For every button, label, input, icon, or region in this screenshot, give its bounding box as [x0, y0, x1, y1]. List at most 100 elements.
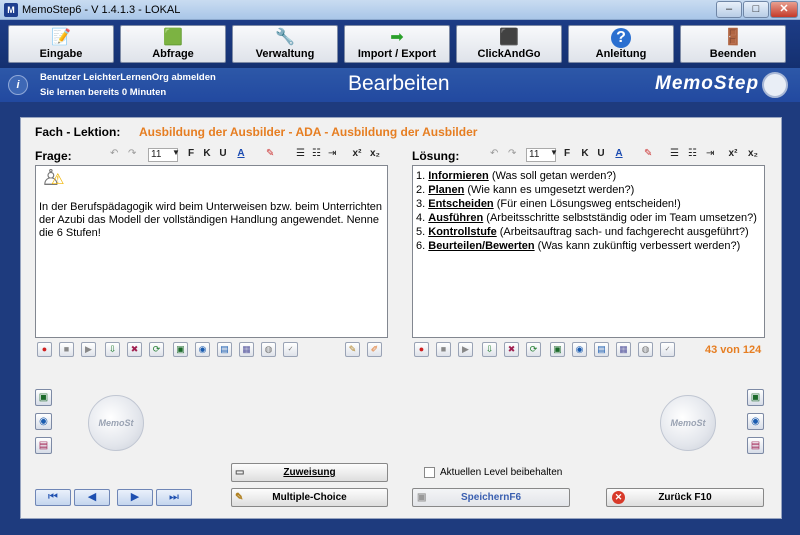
underline-button[interactable]: U [216, 148, 230, 159]
left-side-export-icon[interactable]: ▤ [35, 437, 52, 454]
delete-audio-icon[interactable]: ✖ [504, 342, 519, 357]
toolbar-label: Beenden [709, 48, 757, 60]
superscript-button[interactable]: x² [350, 148, 364, 159]
bold-button[interactable]: F [184, 148, 198, 159]
gallery-icon[interactable]: ▦ [616, 342, 631, 357]
indent-icon[interactable]: ⇥ [328, 148, 336, 159]
right-side-export-icon[interactable]: ▤ [747, 437, 764, 454]
import-audio-icon[interactable]: ⇩ [105, 342, 120, 357]
toolbar-import-export-button[interactable]: ➡ Import / Export [344, 25, 450, 63]
record-icon[interactable]: ● [414, 342, 429, 357]
lesson-value: Ausbildung der Ausbilder - ADA - Ausbild… [139, 125, 478, 139]
logout-link[interactable]: Benutzer LeichterLernenOrg abmelden [40, 72, 216, 83]
assignment-button[interactable]: ▭ Zuweisung [231, 463, 388, 482]
redo-icon[interactable]: ↷ [508, 148, 516, 159]
toolbar-clickandgo-button[interactable]: ⬛ ClickAndGo [456, 25, 562, 63]
play-icon[interactable]: ▶ [81, 342, 96, 357]
left-side-globe-icon[interactable]: ◉ [35, 413, 52, 430]
subscript-button[interactable]: x₂ [368, 148, 382, 159]
last-card-button[interactable]: ⏭ [156, 489, 192, 506]
subscript-button[interactable]: x₂ [746, 148, 760, 159]
delete-audio-icon[interactable]: ✖ [127, 342, 142, 357]
highlight-icon[interactable]: ✎ [644, 148, 652, 159]
door-icon: 🚪 [723, 29, 743, 46]
answer-editor[interactable]: 1. Informieren (Was soll getan werden?) … [412, 165, 765, 338]
chevron-down-icon[interactable]: ▼ [172, 148, 180, 157]
main-toolbar: 📝 Eingabe 🟩 Abfrage 🔧 Verwaltung ➡ Impor… [0, 20, 800, 68]
first-card-button[interactable]: ⏮ [35, 489, 71, 506]
gallery-icon[interactable]: ▦ [239, 342, 254, 357]
image-insert-icon[interactable]: ▣ [550, 342, 565, 357]
note-icon[interactable]: ✎ [345, 342, 360, 357]
item-description: (Was soll getan werden?) [488, 170, 617, 182]
question-editor[interactable]: ♙ ⚠ In der Berufspädagogik wird beim Unt… [35, 165, 388, 338]
globe-icon[interactable]: ◉ [195, 342, 210, 357]
item-keyword: Entscheiden [428, 198, 494, 210]
font-color-button[interactable]: A [234, 148, 248, 159]
close-button[interactable]: ✕ [770, 1, 798, 18]
back-button[interactable]: ✕ Zurück F10 [606, 488, 764, 507]
indent-icon[interactable]: ⇥ [706, 148, 714, 159]
right-side-image-icon[interactable]: ▣ [747, 389, 764, 406]
toolbar-abfrage-button[interactable]: 🟩 Abfrage [120, 25, 226, 63]
spellcheck-icon[interactable]: ✓ [660, 342, 675, 357]
stop-icon[interactable]: ■ [59, 342, 74, 357]
import-audio-icon[interactable]: ⇩ [482, 342, 497, 357]
image-export-icon[interactable]: ▤ [217, 342, 232, 357]
camera-icon[interactable]: ◍ [638, 342, 653, 357]
previous-card-button[interactable]: ◀ [74, 489, 110, 506]
stop-icon[interactable]: ■ [436, 342, 451, 357]
redo-icon[interactable]: ↷ [128, 148, 136, 159]
next-card-button[interactable]: ▶ [117, 489, 153, 506]
right-side-globe-icon[interactable]: ◉ [747, 413, 764, 430]
toolbar-label: Eingabe [39, 48, 83, 60]
bold-button[interactable]: F [560, 148, 574, 159]
note-edit-icon[interactable]: ✐ [367, 342, 382, 357]
chevron-down-icon[interactable]: ▼ [550, 148, 558, 157]
keep-level-checkbox[interactable] [424, 467, 435, 478]
question-media-toolbar: ● ■ ▶ ⇩ ✖ ⟳ ▣ ◉ ▤ ▦ ◍ ✓ ✎ ✐ [37, 342, 387, 358]
highlight-icon[interactable]: ✎ [266, 148, 274, 159]
item-description: (Was kann zukünftig verbessert werden?) [534, 240, 741, 252]
save-button[interactable]: ▣ SpeichernF6 [412, 488, 570, 507]
play-icon[interactable]: ▶ [458, 342, 473, 357]
answer-format-toolbar: ↶ ↷ 11 ▼ F K U A ✎ ☰ ☷ ⇥ x² x₂ [490, 148, 770, 163]
refresh-icon[interactable]: ⟳ [526, 342, 541, 357]
toolbar-verwaltung-button[interactable]: 🔧 Verwaltung [232, 25, 338, 63]
item-description: (Arbeitsauftrag sach- und fachgerecht au… [496, 226, 749, 238]
memostep-ring-left: MemoSt [88, 395, 144, 451]
toolbar-beenden-button[interactable]: 🚪 Beenden [680, 25, 786, 63]
spellcheck-icon[interactable]: ✓ [283, 342, 298, 357]
maximize-button[interactable]: □ [743, 1, 769, 18]
minimize-button[interactable]: – [716, 1, 742, 18]
underline-button[interactable]: U [594, 148, 608, 159]
item-number: 2. [416, 184, 426, 196]
numbered-list-icon[interactable]: ☷ [312, 148, 321, 159]
bullet-list-icon[interactable]: ☰ [670, 148, 679, 159]
card-counter: 43 von 124 [705, 344, 762, 356]
question-image: ♙ ⚠ [39, 167, 384, 201]
answer-label: Lösung: [412, 149, 460, 163]
image-export-icon[interactable]: ▤ [594, 342, 609, 357]
item-keyword: Planen [428, 184, 465, 196]
record-icon[interactable]: ● [37, 342, 52, 357]
superscript-button[interactable]: x² [726, 148, 740, 159]
bullet-list-icon[interactable]: ☰ [296, 148, 305, 159]
multiple-choice-button[interactable]: ✎ Multiple-Choice [231, 488, 388, 507]
back-label: Zurück F10 [658, 492, 712, 503]
undo-icon[interactable]: ↶ [490, 148, 498, 159]
numbered-list-icon[interactable]: ☷ [688, 148, 697, 159]
info-icon[interactable]: i [8, 75, 28, 95]
image-insert-icon[interactable]: ▣ [173, 342, 188, 357]
left-side-image-icon[interactable]: ▣ [35, 389, 52, 406]
refresh-icon[interactable]: ⟳ [149, 342, 164, 357]
camera-icon[interactable]: ◍ [261, 342, 276, 357]
toolbar-anleitung-button[interactable]: ? Anleitung [568, 25, 674, 63]
italic-button[interactable]: K [578, 148, 592, 159]
undo-icon[interactable]: ↶ [110, 148, 118, 159]
item-description: (Für einen Lösungsweg entscheiden!) [493, 198, 681, 210]
font-color-button[interactable]: A [612, 148, 626, 159]
toolbar-eingabe-button[interactable]: 📝 Eingabe [8, 25, 114, 63]
italic-button[interactable]: K [200, 148, 214, 159]
globe-icon[interactable]: ◉ [572, 342, 587, 357]
